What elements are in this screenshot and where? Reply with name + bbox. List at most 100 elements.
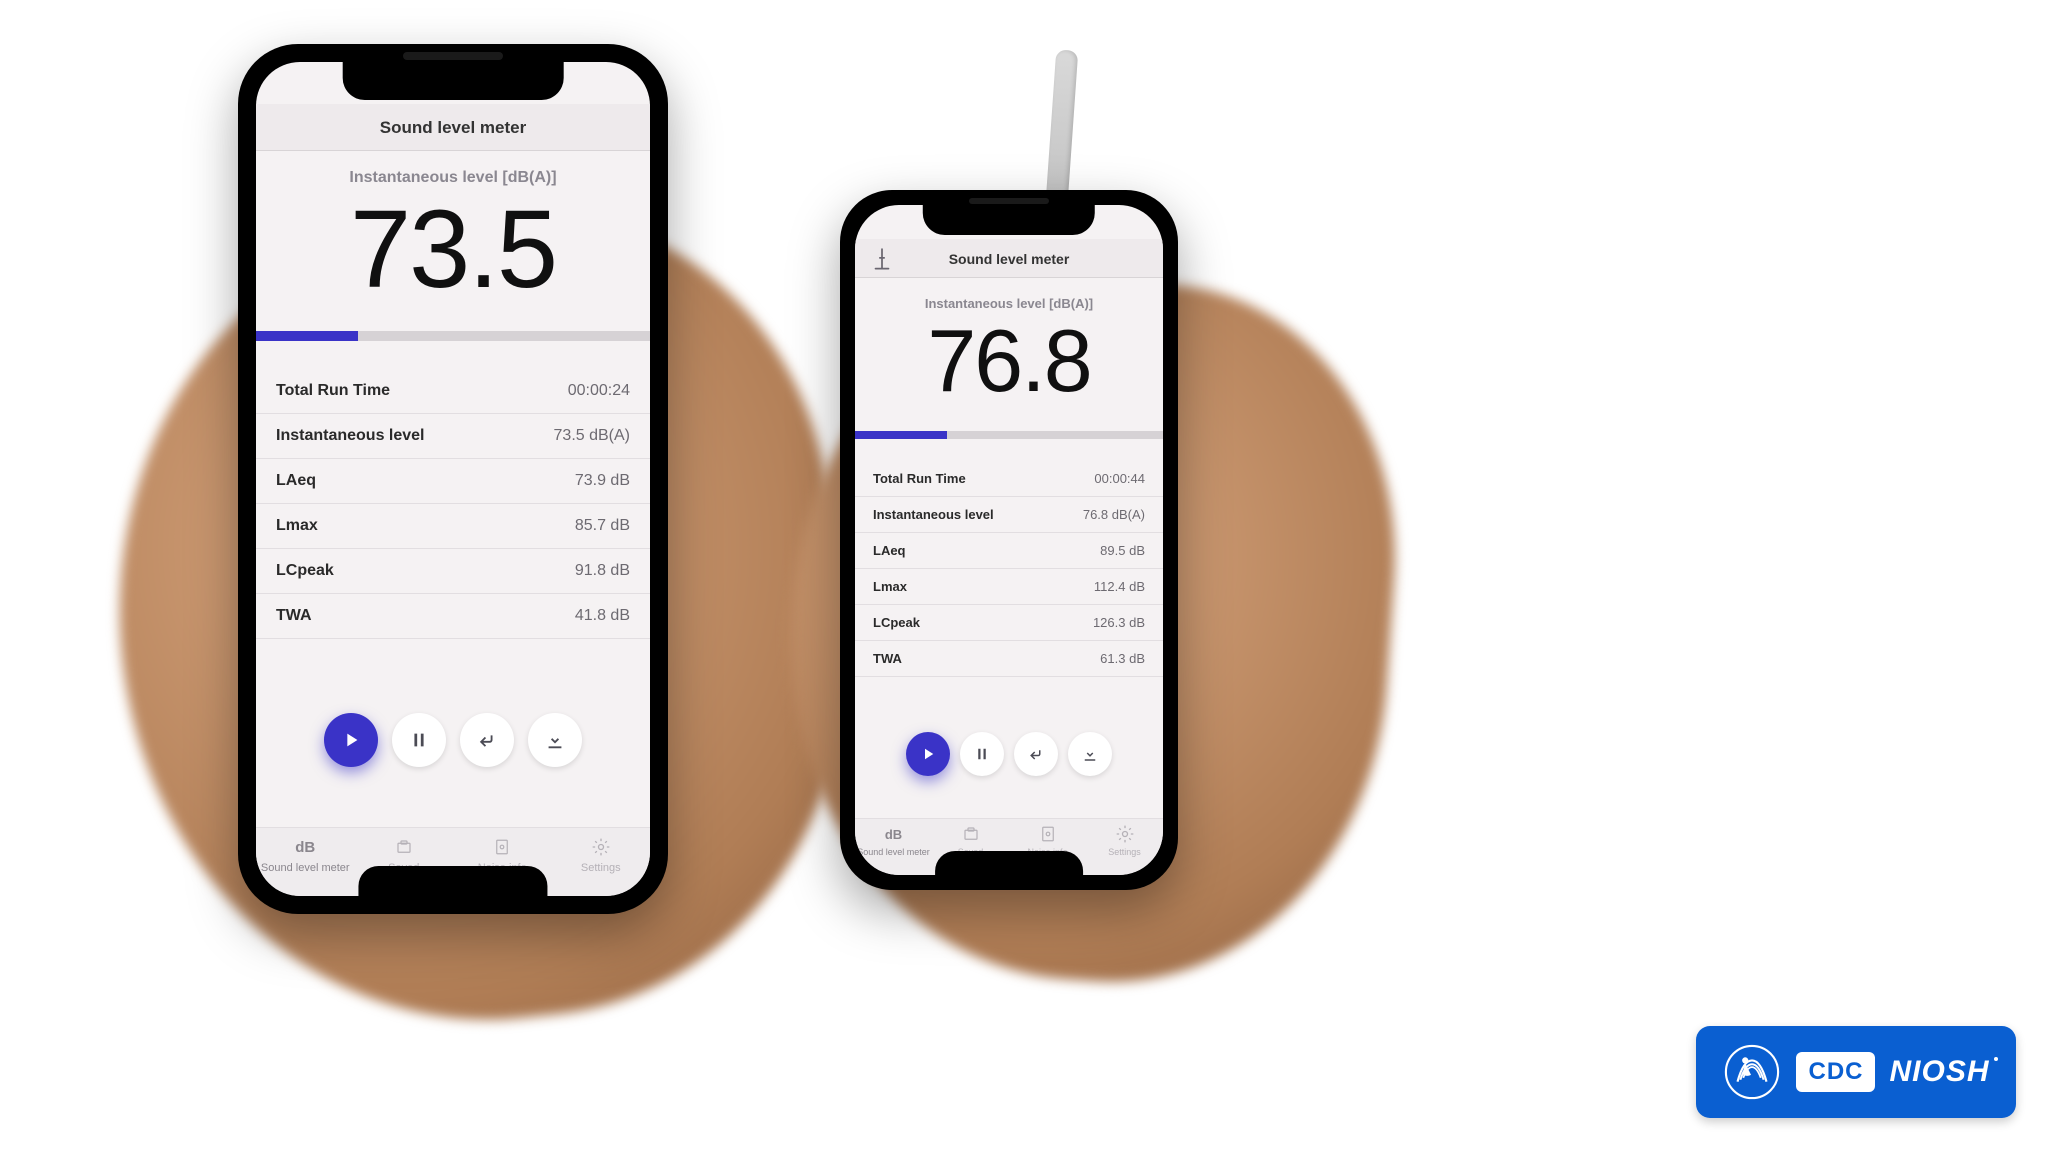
controls — [256, 639, 650, 827]
tab-label: Settings — [1108, 847, 1141, 857]
metric-row: Instantaneous level 76.8 dB(A) — [855, 497, 1163, 533]
cdc-logo: CDC — [1796, 1052, 1875, 1092]
tab-settings[interactable]: Settings — [1086, 825, 1163, 857]
level-fill — [855, 431, 947, 439]
metric-row: Instantaneous level 73.5 dB(A) — [256, 414, 650, 459]
metric-name: Lmax — [873, 579, 907, 594]
cdc-niosh-badge: CDC NIOSH — [1696, 1026, 2016, 1118]
phone-left: Sound level meter Instantaneous level [d… — [238, 44, 668, 914]
reading-block: Instantaneous level [dB(A)] 73.5 — [256, 151, 650, 331]
notch — [923, 205, 1095, 235]
metric-value: 112.4 dB — [1094, 579, 1145, 594]
hhs-seal-icon — [1722, 1042, 1782, 1102]
metric-row: LCpeak 126.3 dB — [855, 605, 1163, 641]
metric-name: TWA — [873, 651, 902, 666]
reset-button[interactable] — [460, 713, 514, 767]
metric-row: Total Run Time 00:00:24 — [256, 369, 650, 414]
metric-row: LCpeak 91.8 dB — [256, 549, 650, 594]
app-header: Sound level meter — [855, 239, 1163, 278]
reading-block: Instantaneous level [dB(A)] 76.8 — [855, 278, 1163, 431]
metric-row: TWA 41.8 dB — [256, 594, 650, 639]
level-bar — [256, 331, 650, 341]
metric-name: Instantaneous level — [873, 507, 994, 522]
reset-button[interactable] — [1014, 732, 1058, 776]
pause-icon — [408, 729, 430, 751]
reading-label: Instantaneous level [dB(A)] — [266, 169, 640, 187]
metric-row: Lmax 112.4 dB — [855, 569, 1163, 605]
metric-row: LAeq 89.5 dB — [855, 533, 1163, 569]
metric-row: TWA 61.3 dB — [855, 641, 1163, 677]
bottom-notch — [935, 851, 1083, 875]
pause-icon — [973, 745, 991, 763]
speaker-slot — [969, 198, 1049, 204]
gear-icon — [588, 836, 614, 858]
metric-name: LAeq — [276, 472, 316, 490]
metric-value: 61.3 dB — [1100, 651, 1145, 666]
metric-value: 00:00:24 — [568, 382, 630, 400]
level-fill — [256, 331, 358, 341]
reading-value: 73.5 — [266, 195, 640, 305]
pause-button[interactable] — [960, 732, 1004, 776]
controls — [855, 677, 1163, 818]
bottom-notch — [358, 866, 547, 896]
metric-name: Total Run Time — [873, 471, 966, 486]
reading-value: 76.8 — [865, 317, 1153, 405]
doc-icon — [489, 836, 515, 858]
app-title: Sound level meter — [949, 251, 1070, 267]
save-button[interactable] — [1068, 732, 1112, 776]
metric-value: 85.7 dB — [575, 517, 630, 535]
play-button[interactable] — [906, 732, 950, 776]
level-bar — [855, 431, 1163, 439]
play-icon — [919, 745, 937, 763]
metric-name: LCpeak — [276, 562, 334, 580]
tab-label: Sound level meter — [261, 862, 350, 874]
metric-name: LAeq — [873, 543, 906, 558]
metric-name: LCpeak — [873, 615, 920, 630]
play-button[interactable] — [324, 713, 378, 767]
tab-sound-level-meter[interactable]: dB Sound level meter — [256, 836, 355, 874]
metric-name: Instantaneous level — [276, 427, 425, 445]
metric-row: LAeq 73.9 dB — [256, 459, 650, 504]
download-icon — [544, 729, 566, 751]
return-icon — [1027, 745, 1045, 763]
db-icon: dB — [883, 825, 905, 843]
download-icon — [1081, 745, 1099, 763]
metric-name: Lmax — [276, 517, 318, 535]
notch — [343, 62, 564, 100]
metric-name: TWA — [276, 607, 312, 625]
tab-label: Sound level meter — [857, 847, 930, 857]
metric-name: Total Run Time — [276, 382, 390, 400]
metric-value: 91.8 dB — [575, 562, 630, 580]
app-header: Sound level meter — [256, 104, 650, 151]
db-icon: dB — [292, 836, 318, 858]
save-button[interactable] — [528, 713, 582, 767]
metrics-list: Total Run Time 00:00:44 Instantaneous leve… — [855, 461, 1163, 677]
metric-value: 89.5 dB — [1100, 543, 1145, 558]
screen-left: Sound level meter Instantaneous level [d… — [256, 62, 650, 896]
metric-value: 76.8 dB(A) — [1083, 507, 1145, 522]
metric-value: 73.5 dB(A) — [554, 427, 630, 445]
gear-icon — [1114, 825, 1136, 843]
metric-value: 73.9 dB — [575, 472, 630, 490]
box-icon — [960, 825, 982, 843]
metric-row: Lmax 85.7 dB — [256, 504, 650, 549]
tab-label: Settings — [581, 862, 621, 874]
box-icon — [391, 836, 417, 858]
metric-value: 00:00:44 — [1094, 471, 1145, 486]
metrics-list: Total Run Time 00:00:24 Instantaneous leve… — [256, 369, 650, 639]
pause-button[interactable] — [392, 713, 446, 767]
return-icon — [476, 729, 498, 751]
app-title: Sound level meter — [380, 118, 526, 137]
metric-value: 126.3 dB — [1093, 615, 1145, 630]
metric-row: Total Run Time 00:00:44 — [855, 461, 1163, 497]
reading-label: Instantaneous level [dB(A)] — [865, 296, 1153, 311]
tab-settings[interactable]: Settings — [552, 836, 651, 874]
external-mic-icon — [869, 247, 895, 269]
niosh-logo: NIOSH — [1889, 1055, 1989, 1089]
doc-icon — [1037, 825, 1059, 843]
play-icon — [340, 729, 362, 751]
phone-right: Sound level meter Instantaneous level [d… — [840, 190, 1178, 890]
metric-value: 41.8 dB — [575, 607, 630, 625]
tab-sound-level-meter[interactable]: dB Sound level meter — [855, 825, 932, 857]
screen-right: Sound level meter Instantaneous level [d… — [855, 205, 1163, 875]
